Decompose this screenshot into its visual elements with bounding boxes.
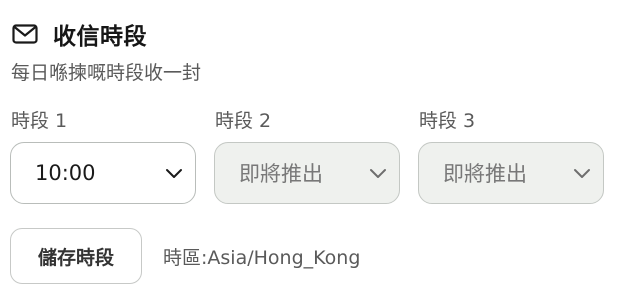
slot-2-value: 即將推出 (239, 162, 323, 186)
section-header: 收信時段 (12, 16, 147, 52)
section-subtitle: 每日喺揀嘅時段收一封 (11, 62, 202, 84)
slot-3-value: 即將推出 (443, 162, 527, 186)
mail-icon (12, 23, 38, 45)
slot-3-select[interactable]: 即將推出 (418, 142, 604, 204)
slot-2-label: 時段 2 (215, 110, 272, 132)
slot-3-label: 時段 3 (419, 110, 476, 132)
slot-1-label: 時段 1 (11, 110, 68, 132)
slot-2-select[interactable]: 即將推出 (214, 142, 400, 204)
save-slots-button[interactable]: 儲存時段 (10, 228, 142, 284)
section-title: 收信時段 (53, 24, 147, 50)
chevron-down-icon (166, 169, 182, 178)
slot-1-select[interactable]: 10:00 (10, 142, 196, 204)
chevron-down-icon (574, 169, 590, 178)
timezone-text: 時區:Asia/Hong_Kong (163, 247, 361, 269)
chevron-down-icon (370, 169, 386, 178)
slot-1-value: 10:00 (35, 161, 96, 185)
